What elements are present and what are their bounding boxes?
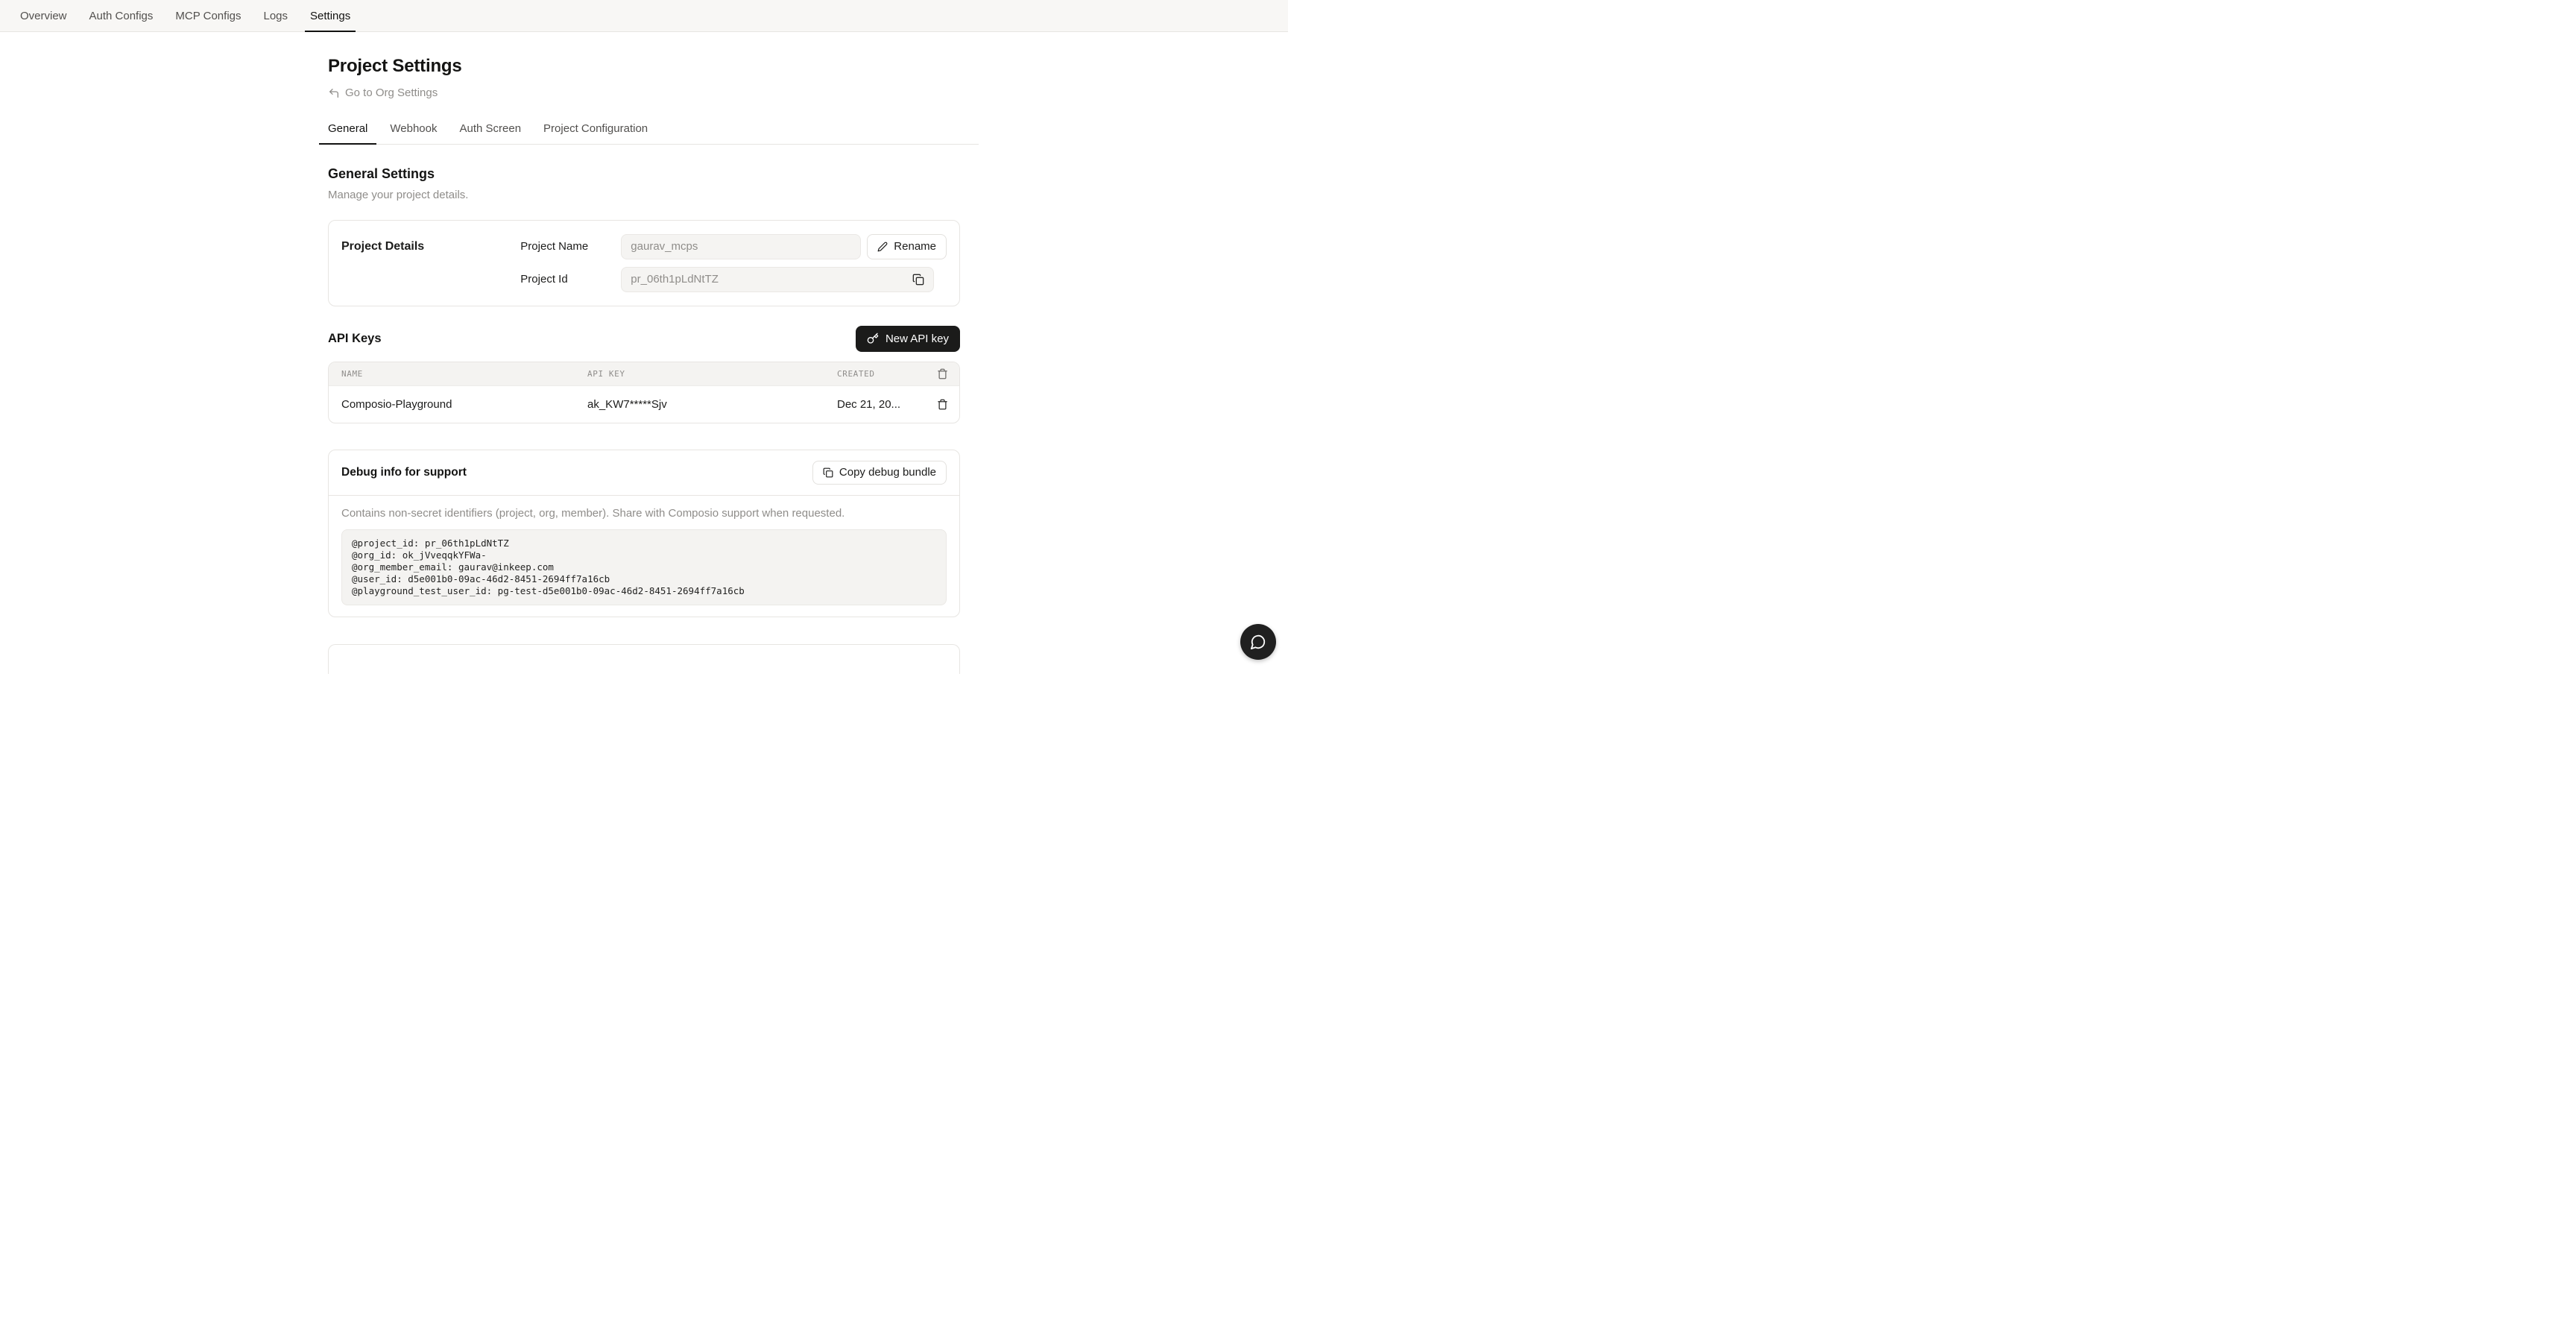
project-settings-page: { "nav": { "items": ["Overview", "Auth C…: [0, 0, 1288, 664]
copy-debug-bundle-button[interactable]: Copy debug bundle: [812, 461, 947, 485]
delete-api-key-button[interactable]: [937, 399, 948, 410]
api-keys-heading: API Keys: [328, 332, 382, 346]
tab-webhook[interactable]: Webhook: [381, 122, 446, 144]
project-name-label: Project Name: [520, 240, 621, 253]
code-line: @playground_test_user_id: pg-test-d5e001…: [352, 585, 936, 597]
project-details-title: Project Details: [341, 234, 520, 292]
key-icon: [867, 332, 879, 344]
project-id-input: pr_06th1pLdNtTZ: [621, 267, 934, 292]
code-line: @project_id: pr_06th1pLdNtTZ: [352, 538, 936, 549]
project-id-row: Project Id pr_06th1pLdNtTZ: [520, 267, 947, 292]
new-api-key-label: New API key: [886, 332, 949, 345]
table-header-row: NAME API KEY CREATED: [329, 362, 959, 385]
trash-icon: [937, 368, 948, 379]
api-key-created-cell: Dec 21, 20...: [837, 398, 937, 411]
rename-label: Rename: [894, 240, 936, 253]
copy-icon: [823, 467, 833, 478]
rename-button[interactable]: Rename: [867, 234, 947, 259]
column-header-api-key: API KEY: [587, 369, 837, 379]
corner-up-left-icon: [328, 87, 340, 99]
top-nav: Overview Auth Configs MCP Configs Logs S…: [0, 0, 1288, 32]
debug-card-title: Debug info for support: [341, 466, 467, 479]
project-name-row: Project Name gaurav_mcps Rename: [520, 234, 947, 259]
chat-support-button[interactable]: [1240, 624, 1276, 660]
code-line: @user_id: d5e001b0-09ac-46d2-8451-2694ff…: [352, 573, 936, 585]
general-settings-subheading: Manage your project details.: [328, 189, 979, 201]
tab-auth-screen[interactable]: Auth Screen: [450, 122, 530, 144]
nav-item-logs[interactable]: Logs: [259, 0, 294, 31]
project-name-input[interactable]: gaurav_mcps: [621, 234, 861, 259]
chat-bubble-icon: [1250, 634, 1266, 650]
debug-bundle-code-block: @project_id: pr_06th1pLdNtTZ @org_id: ok…: [341, 529, 947, 605]
nav-item-auth-configs[interactable]: Auth Configs: [84, 0, 159, 31]
tab-general[interactable]: General: [319, 122, 376, 144]
trash-icon: [937, 399, 948, 410]
nav-item-settings[interactable]: Settings: [305, 0, 356, 31]
debug-info-card: Debug info for support Copy debug bundle…: [328, 450, 960, 617]
settings-tabs: General Webhook Auth Screen Project Conf…: [319, 122, 979, 145]
new-api-key-button[interactable]: New API key: [856, 326, 960, 352]
code-line: @org_id: ok_jVveqqkYFWa-: [352, 549, 936, 561]
copy-project-id-button[interactable]: [912, 274, 924, 286]
nav-item-overview[interactable]: Overview: [15, 0, 72, 31]
go-to-org-settings-link[interactable]: Go to Org Settings: [328, 86, 438, 99]
debug-card-header: Debug info for support Copy debug bundle: [329, 450, 959, 496]
project-name-value: gaurav_mcps: [631, 240, 698, 253]
api-key-value-cell: ak_KW7*****Sjv: [587, 398, 837, 411]
api-keys-header: API Keys New API key: [328, 326, 960, 352]
page-title: Project Settings: [328, 56, 979, 77]
copy-debug-bundle-label: Copy debug bundle: [839, 466, 936, 479]
tab-project-configuration[interactable]: Project Configuration: [534, 122, 657, 144]
pencil-icon: [877, 242, 888, 252]
code-line: @org_member_email: gaurav@inkeep.com: [352, 561, 936, 573]
nav-item-mcp-configs[interactable]: MCP Configs: [170, 0, 246, 31]
go-to-org-settings-label: Go to Org Settings: [345, 86, 438, 99]
api-key-name-cell: Composio-Playground: [341, 398, 587, 411]
table-row: Composio-Playground ak_KW7*****Sjv Dec 2…: [329, 385, 959, 423]
next-section-card-partial: [328, 644, 960, 674]
column-header-name: NAME: [341, 369, 587, 379]
api-keys-table: NAME API KEY CREATED Composio-Playground…: [328, 362, 960, 423]
general-settings-heading: General Settings: [328, 166, 979, 182]
column-header-created: CREATED: [837, 369, 937, 379]
debug-description: Contains non-secret identifiers (project…: [341, 507, 947, 520]
project-details-card: Project Details Project Name gaurav_mcps…: [328, 220, 960, 306]
project-id-value: pr_06th1pLdNtTZ: [631, 273, 719, 286]
project-id-label: Project Id: [520, 273, 621, 286]
main-content: Project Settings Go to Org Settings Gene…: [319, 32, 979, 674]
copy-icon: [912, 274, 924, 286]
